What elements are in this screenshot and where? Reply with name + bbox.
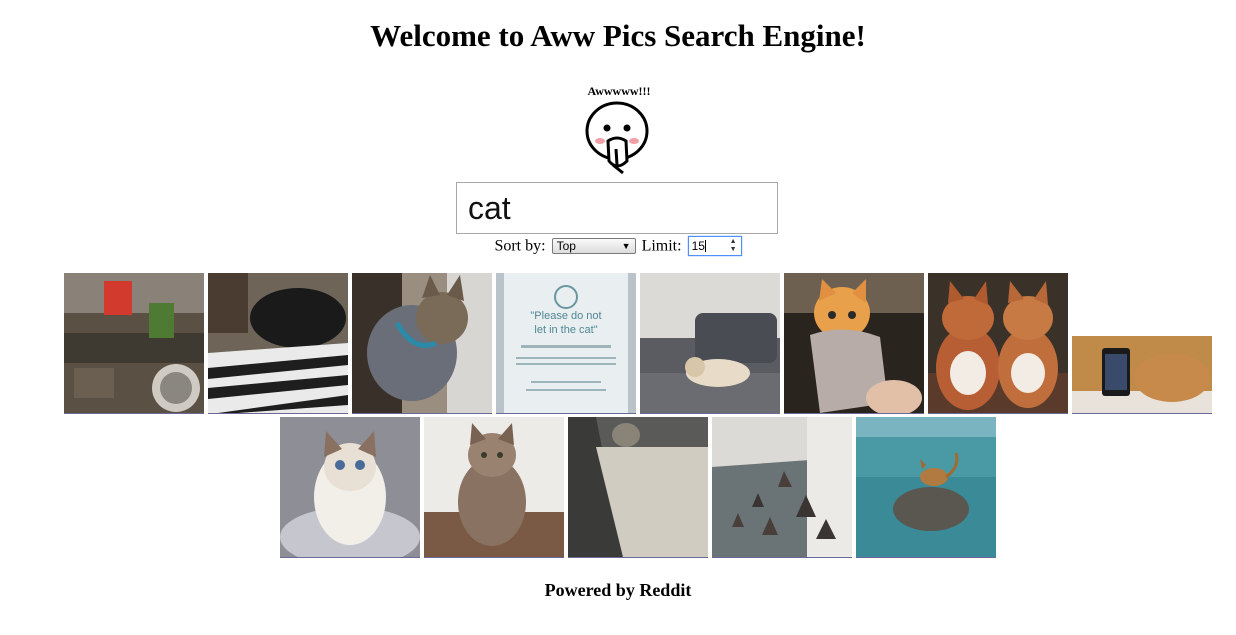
sort-label: Sort by:	[494, 237, 546, 255]
result-image[interactable]	[1072, 336, 1212, 414]
sort-select[interactable]: Top ▼	[551, 238, 636, 255]
result-image[interactable]	[568, 417, 708, 558]
search-controls: Sort by: Top ▼ Limit: 15 ▲ ▼	[0, 236, 1236, 258]
result-image[interactable]	[352, 273, 492, 414]
page-title: Welcome to Aww Pics Search Engine!	[370, 18, 866, 53]
result-image[interactable]	[64, 273, 204, 414]
photo-orange-kitten-in-sock	[784, 273, 924, 413]
result-image[interactable]	[928, 273, 1068, 414]
photo-sphynx-cat	[352, 273, 492, 413]
footer-powered-by: Powered by Reddit	[544, 580, 692, 600]
photo-cat-sleeping-on-sofa	[640, 273, 780, 413]
smiley-face-icon	[585, 101, 649, 175]
sort-select-value: Top	[556, 239, 576, 254]
result-image[interactable]	[424, 417, 564, 558]
photo-tabby-cat-sitting	[424, 417, 564, 557]
mascot-logo: Awwwww!!!	[568, 84, 668, 180]
sign-text-line1: "Please do not	[530, 310, 601, 322]
photo-two-stuffed-cat-toys	[928, 273, 1068, 413]
result-image[interactable]	[784, 273, 924, 414]
sign-text-line2: let in the cat"	[534, 324, 597, 336]
limit-label: Limit:	[641, 237, 682, 255]
chevron-down-icon: ▼	[621, 241, 631, 252]
photo-fluffy-white-kitten	[280, 417, 420, 557]
photo-dinosaur-toys	[712, 417, 852, 557]
result-image[interactable]: "Please do not let in the cat"	[496, 273, 636, 414]
photo-room-clutter	[64, 273, 204, 413]
result-image[interactable]	[280, 417, 420, 558]
photo-cat-on-rock-in-lake	[856, 417, 996, 557]
result-image[interactable]	[856, 417, 996, 558]
result-image[interactable]	[712, 417, 852, 558]
photo-please-do-not-let-in-the-cat-sign: "Please do not let in the cat"	[496, 273, 636, 413]
photo-black-cat-striped-blanket	[208, 273, 348, 413]
spinner-arrows-icon[interactable]: ▲ ▼	[730, 238, 737, 254]
result-image[interactable]	[640, 273, 780, 414]
photo-cat-at-window	[568, 417, 708, 557]
photo-cat-with-phone	[1072, 336, 1212, 413]
limit-input[interactable]: 15 ▲ ▼	[687, 236, 742, 257]
search-input[interactable]	[456, 182, 778, 234]
text-caret	[704, 240, 706, 253]
mascot-caption: Awwwww!!!	[587, 84, 651, 98]
result-image[interactable]	[208, 273, 348, 414]
limit-input-value: 15	[691, 239, 705, 254]
